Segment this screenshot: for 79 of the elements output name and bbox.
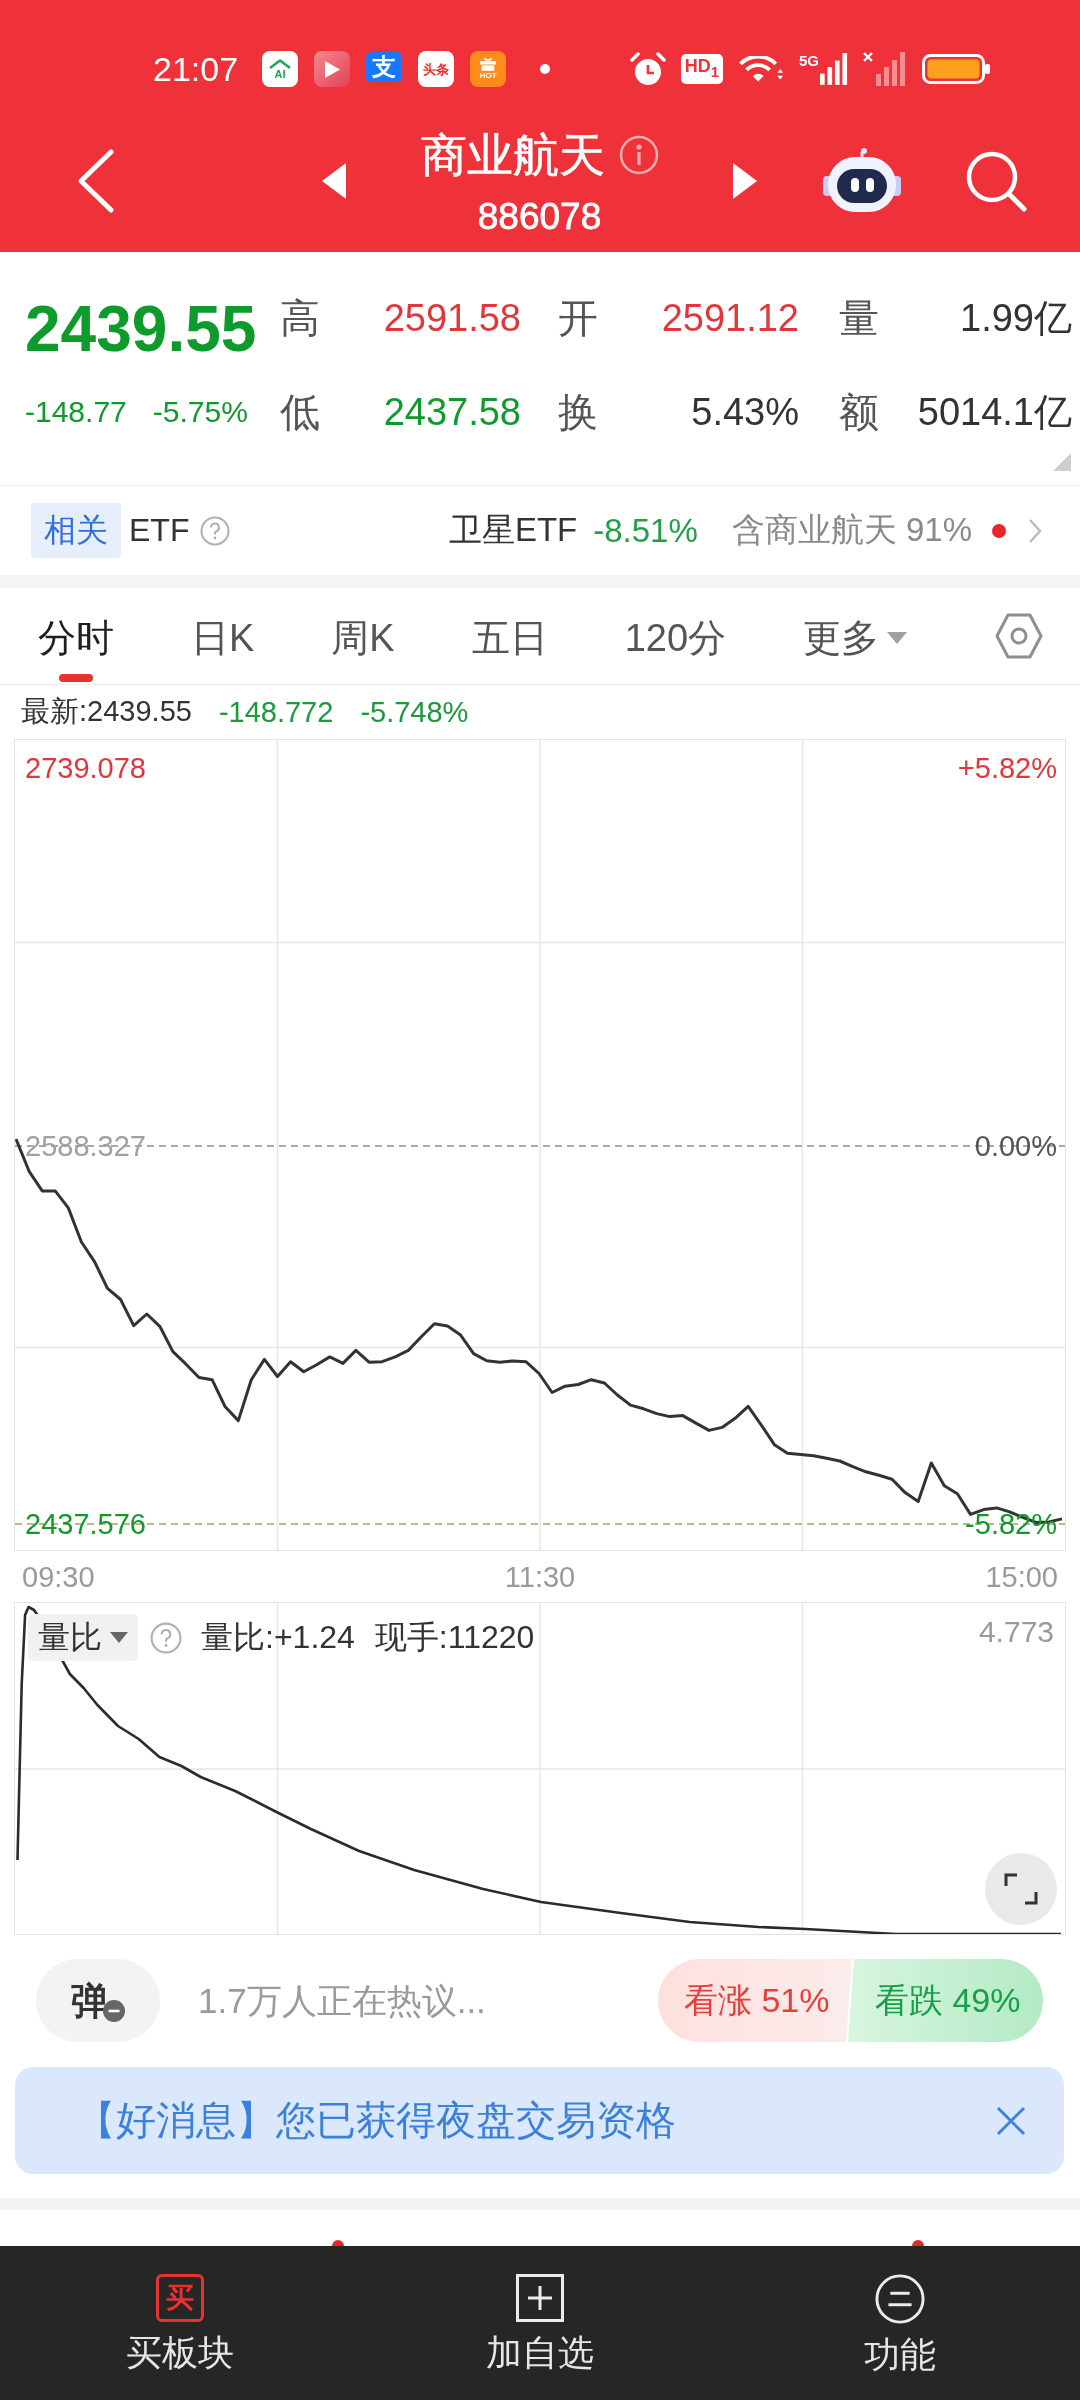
stat-label: 开 [558,298,598,338]
danmaku-button[interactable]: 弹 [36,1959,160,2042]
info-icon[interactable] [618,135,659,175]
news-app-icon: 头条 [418,51,455,87]
holding-ratio: 含商业航天 91% [731,510,972,550]
percent-axis-label: 0.00% [974,1128,1057,1163]
alarm-clock-icon [629,52,666,86]
expand-icon [1004,1873,1038,1905]
time-axis-label: 15:00 [985,1560,1058,1593]
search-icon[interactable] [964,150,1028,212]
close-icon[interactable] [996,2105,1026,2136]
percent-axis-label: -5.82% [965,1506,1057,1541]
caret-icon [110,1632,128,1643]
buy-icon: 买 [156,2274,204,2322]
percent-axis-label: +5.82% [957,750,1057,785]
etf-name[interactable]: 卫星ETF [448,508,578,553]
battery-icon [922,54,990,84]
house-app-icon: AI [262,51,299,87]
etf-change: -8.51% [593,511,698,550]
price-change: -148.77 [25,395,127,429]
nav-item[interactable]: 买 买板块 [126,2246,234,2400]
stat-value: 5014.1亿 [917,393,1072,431]
stat-value: 5.43% [691,393,799,431]
stat-label: 低 [280,392,320,432]
minus-circle-icon [103,2000,125,2022]
wifi-icon [738,56,784,82]
stat-value: 2591.58 [383,299,521,337]
price-change-percent: -5.75% [152,395,248,429]
etf-label: ETF [129,512,190,549]
chevron-right-icon[interactable] [1028,517,1042,544]
stock-code: 886078 [477,195,602,239]
price-axis-label: 2437.576 [25,1506,146,1541]
hd-indicator: HD$_{1}$ [680,54,723,84]
triangle-right-icon[interactable] [733,163,757,199]
last-price: 2439.55 [24,297,257,361]
nav-item[interactable]: 功能 [864,2246,936,2400]
dot-icon [540,64,551,74]
time-axis-label: 11:30 [504,1560,576,1593]
play-app-icon [314,51,351,87]
chart-tab[interactable]: 五日 [471,588,548,663]
plus-square-icon [516,2274,564,2322]
gift-app-icon: HOT [470,51,507,87]
stat-value: 2437.58 [383,393,521,431]
help-icon[interactable] [150,1621,182,1654]
stat-label: 额 [839,392,879,432]
chart-tab[interactable]: 周K [331,588,395,663]
latest-change-percent: -5.748% [360,695,469,729]
max-value-label: 4.773 [978,1615,1054,1649]
price-axis-label: 2588.327 [25,1128,146,1163]
volume-ratio-value: 量比:+1.24 [201,1617,355,1657]
price-axis-label: 2739.078 [25,750,146,785]
related-tag: 相关 [31,503,121,558]
indicator-dropdown[interactable]: 量比 [28,1614,138,1661]
robot-icon[interactable] [823,148,901,214]
triangle-left-icon[interactable] [322,163,346,199]
back-icon[interactable] [77,149,115,213]
stat-label: 高 [280,298,320,338]
stat-label: 换 [558,392,598,432]
circle-lines-icon [875,2274,925,2324]
network-type-label: 5G [799,53,819,69]
help-icon[interactable] [200,515,231,546]
status-time: 21:07 [153,49,239,89]
stock-title: 商业航天 [420,128,605,183]
chart-tab[interactable]: 分时 [38,588,114,682]
settings-icon[interactable] [995,613,1043,659]
no-signal-icon [863,52,907,86]
chart-tab[interactable]: 120分 [624,588,727,663]
signal-icon [820,53,848,85]
stat-label: 量 [839,298,879,338]
latest-change: -148.772 [218,695,334,729]
stat-value: 1.99亿 [960,299,1072,337]
pay-app-icon: 支 [366,51,403,87]
chart-tab[interactable]: 更多 [803,588,908,663]
latest-price: 最新:2439.55 [21,694,192,729]
time-axis-label: 09:30 [22,1560,95,1593]
stat-value: 2591.12 [661,299,799,337]
nav-item[interactable]: 加自选 [486,2246,594,2400]
current-volume: 现手:11220 [374,1617,535,1657]
chart-tab[interactable]: 日K [191,588,255,663]
